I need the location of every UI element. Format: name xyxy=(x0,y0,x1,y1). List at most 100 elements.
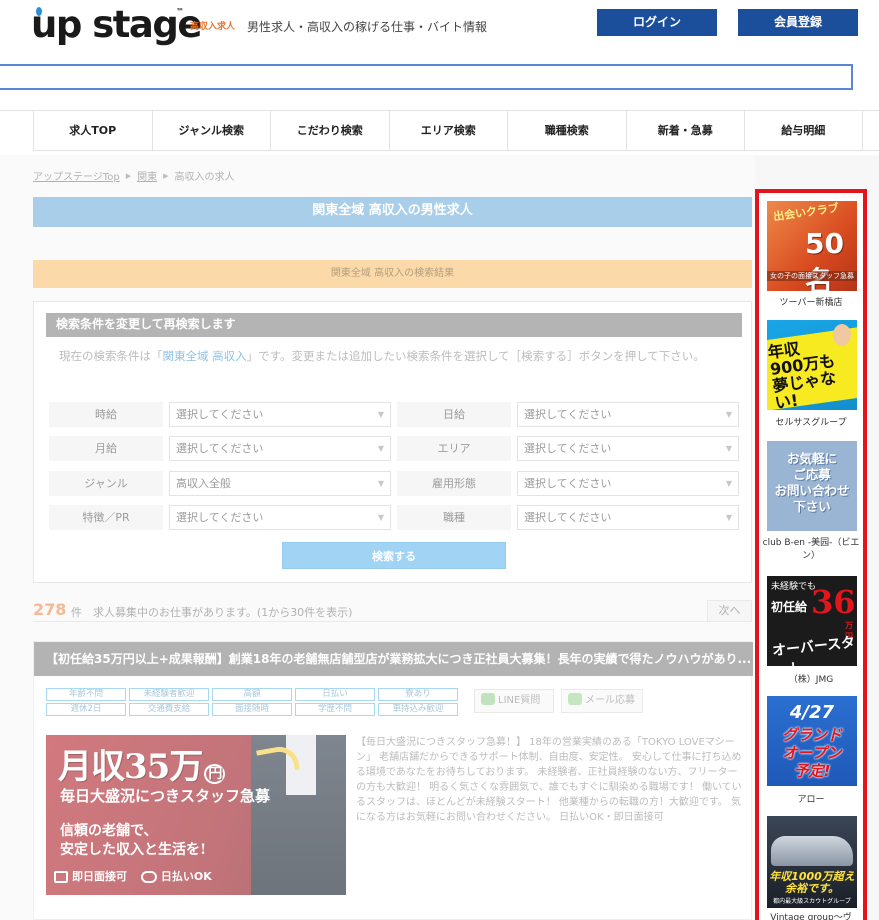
ad-caption[interactable]: club B-en -美园-（ビエン） xyxy=(759,537,863,563)
ad-text: 未経験でも xyxy=(771,582,817,592)
banner-subtitle: 毎日大盛況につきスタッフ急募 xyxy=(60,787,271,805)
result-count-unit: 件 xyxy=(71,606,82,619)
job-card: 【初任給35万円以上+成果報酬】創業18年の老舗無店舗型店が業務拡大につき正社員… xyxy=(33,641,753,920)
ad-caption[interactable]: （株）JMG xyxy=(759,674,863,687)
job-tag: 寮あり xyxy=(378,688,458,701)
nav-item-genre-search[interactable]: ジャンル検索 xyxy=(151,111,271,151)
filter-select-employment-type[interactable]: 選択してください ▼ xyxy=(517,471,739,496)
filter-select-job-type[interactable]: 選択してください ▼ xyxy=(517,505,739,530)
mail-icon xyxy=(568,693,582,705)
line-question-label: LINE質問 xyxy=(498,695,541,706)
ad-banner-celsus[interactable]: 年収 900万も 夢じゃない! xyxy=(767,320,857,410)
site-search-bar[interactable] xyxy=(0,64,853,90)
filter-select-genre[interactable]: 高収入全般 ▼ xyxy=(169,471,391,496)
select-value: 選択してください xyxy=(176,442,264,455)
ad-text-line: 予定! xyxy=(793,762,831,780)
filter-select-monthly[interactable]: 選択してください ▼ xyxy=(169,436,391,461)
register-button[interactable]: 会員登録 xyxy=(738,9,858,36)
camera-icon xyxy=(140,871,157,883)
main-nav: 求人TOP ジャンル検索 こだわり検索 エリア検索 職種検索 新着・急募 給与明… xyxy=(33,111,879,151)
ad-caption[interactable]: セルサスグループ xyxy=(759,417,863,430)
line-question-button[interactable]: LINE質問 xyxy=(474,689,554,713)
logo-dot-icon xyxy=(36,7,42,16)
nav-item-job-top[interactable]: 求人TOP xyxy=(33,111,152,151)
ad-text: オーバースタート xyxy=(771,634,856,666)
select-value: 高収入全般 xyxy=(176,477,231,490)
banner-yen-mark: 円 xyxy=(204,764,226,784)
job-tag: 車持込み歓迎 xyxy=(378,703,458,716)
job-image-banner[interactable]: 月収35万円 毎日大盛況につきスタッフ急募 信頼の老舗で、 安定した収入と生活を… xyxy=(46,735,346,895)
next-page-button[interactable]: 次へ xyxy=(707,600,752,622)
ad-text: グランド オープン 予定! xyxy=(767,726,857,780)
tagline: 男性求人・高収入の稼げる仕事・バイト情報 xyxy=(247,20,488,34)
banner-line-2: 安定した収入と生活を! xyxy=(60,842,207,858)
ad-banner-club-ben[interactable]: お気軽に ご応募 お問い合わせ 下さい xyxy=(767,441,857,531)
page-title: 関東全域 高収入の男性求人 xyxy=(33,197,752,227)
result-count: 278 xyxy=(33,600,67,619)
chevron-down-icon: ▼ xyxy=(725,410,732,419)
nav-item-preference-search[interactable]: こだわり検索 xyxy=(270,111,389,151)
header: up stage ™ 高収入求人 男性求人・高収入の稼げる仕事・バイト情報 ログ… xyxy=(0,0,879,56)
job-title[interactable]: 【初任給35万円以上+成果報酬】創業18年の老舗無店舗型店が業務拡大につき正社員… xyxy=(34,642,753,676)
ad-text: 女の子の面接スタッフ急募 xyxy=(767,271,857,281)
banner-salary: 月収35万円 xyxy=(58,739,226,788)
ad-banner-tsupa[interactable]: 出会いクラブ 50名 女の子の面接スタッフ急募 xyxy=(767,201,857,291)
breadcrumb-home[interactable]: アップステージTop xyxy=(33,168,120,183)
job-tag: 未経験者歓迎 xyxy=(129,688,209,701)
chevron-down-icon: ▼ xyxy=(377,444,384,453)
filter-select-features[interactable]: 選択してください ▼ xyxy=(169,505,391,530)
ad-text-line: 下さい xyxy=(793,499,831,514)
ad-caption[interactable]: ツーパー新橋店 xyxy=(759,297,863,310)
ad-text: 4/27 xyxy=(789,702,835,723)
site-search-input[interactable] xyxy=(0,66,851,88)
filter-select-area[interactable]: 選択してください ▼ xyxy=(517,436,739,461)
mail-apply-button[interactable]: メール応募 xyxy=(561,689,643,713)
interview-icon xyxy=(54,871,68,883)
chevron-down-icon: ▼ xyxy=(725,479,732,488)
ad-text-line: ご応募 xyxy=(793,467,831,482)
breadcrumb-kanto[interactable]: 関東 xyxy=(137,168,157,183)
nav-item-area-search[interactable]: エリア検索 xyxy=(388,111,508,151)
job-tag: 日払い xyxy=(295,688,375,701)
refine-search-description: 現在の検索条件は「関東全域 高収入」です。変更または追加したい検索条件を選択して… xyxy=(59,347,719,366)
chevron-down-icon: ▼ xyxy=(377,479,384,488)
ad-banner-arrow[interactable]: 4/27 グランド オープン 予定! xyxy=(767,696,857,786)
filter-label-area: エリア xyxy=(397,436,511,461)
current-condition-link[interactable]: 関東全域 高収入 xyxy=(163,349,247,363)
ad-text-line: グランド xyxy=(781,726,842,744)
breadcrumb-current: 高収入の求人 xyxy=(174,172,235,183)
select-value: 選択してください xyxy=(524,442,612,455)
banner-footer-interview: 即日面接可 xyxy=(72,870,127,883)
breadcrumb: アップステージTop ▶ 関東 ▶ 高収入の求人 xyxy=(33,168,235,184)
nav-item-new-urgent[interactable]: 新着・急募 xyxy=(625,111,745,151)
search-submit-button[interactable]: 検索する xyxy=(282,542,506,569)
filter-label-job-type: 職種 xyxy=(397,505,511,530)
line-chat-icon xyxy=(481,693,495,705)
filter-label-monthly: 月給 xyxy=(49,436,163,461)
ad-caption[interactable]: Vintage group〜ヴ xyxy=(759,912,863,920)
ad-text: 初任給 xyxy=(771,600,808,614)
filter-select-daily[interactable]: 選択してください ▼ xyxy=(517,402,739,427)
banner-footer: 即日面接可 日払いOK xyxy=(54,868,212,884)
result-count-text: 求人募集中のお仕事があります。(1から30件を表示) xyxy=(93,606,353,619)
logo-badge: 高収入求人 xyxy=(190,22,236,32)
filter-select-hourly[interactable]: 選択してください ▼ xyxy=(169,402,391,427)
refine-search-heading: 検索条件を変更して再検索します xyxy=(46,313,742,337)
select-value: 選択してください xyxy=(524,477,612,490)
ad-banner-vintage[interactable]: 年収1000万超え 余裕です。 都内最大級スカウトグループ xyxy=(767,816,857,908)
desc-text-before: 現在の検索条件は「 xyxy=(59,349,163,363)
filter-label-daily: 日給 xyxy=(397,402,511,427)
select-value: 選択してください xyxy=(176,408,264,421)
ad-caption[interactable]: アロー xyxy=(759,794,863,807)
chevron-down-icon: ▼ xyxy=(377,513,384,522)
filter-label-hourly: 時給 xyxy=(49,402,163,427)
breadcrumb-separator-icon: ▶ xyxy=(163,171,169,180)
nav-item-pay-slip[interactable]: 給与明細 xyxy=(744,111,863,151)
select-value: 選択してください xyxy=(176,511,264,524)
ad-banner-jmg[interactable]: 未経験でも 初任給 36 万円 オーバースタート xyxy=(767,576,857,666)
nav-item-job-type-search[interactable]: 職種検索 xyxy=(507,111,626,151)
login-button[interactable]: ログイン xyxy=(597,9,717,36)
desc-text-after: 」です。変更または追加したい検索条件を選択して［検索する］ボタンを押して下さい。 xyxy=(246,349,705,363)
job-tag: 週休2日 xyxy=(46,703,126,716)
car-figure xyxy=(771,836,853,866)
